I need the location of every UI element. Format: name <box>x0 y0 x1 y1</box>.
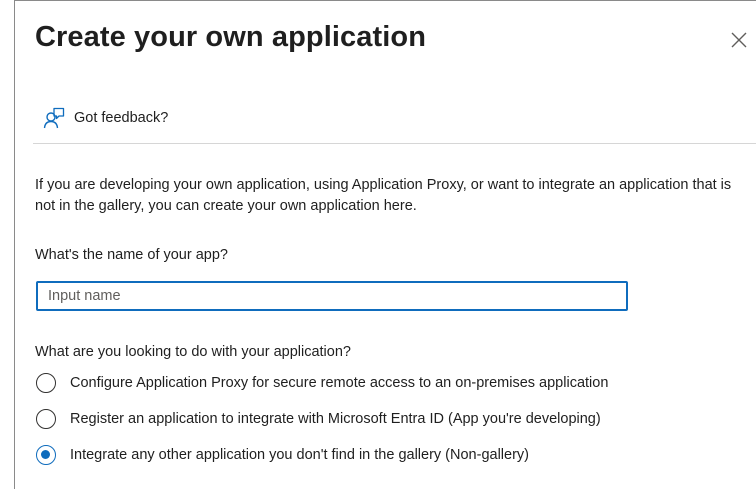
close-button[interactable] <box>728 29 750 51</box>
purpose-radio-group: Configure Application Proxy for secure r… <box>36 373 608 481</box>
radio-option-label: Configure Application Proxy for secure r… <box>70 375 609 391</box>
radio-circle[interactable] <box>36 409 56 429</box>
app-name-label: What's the name of your app? <box>35 247 228 263</box>
radio-option-register-app[interactable]: Register an application to integrate wit… <box>36 409 608 429</box>
radio-option-app-proxy[interactable]: Configure Application Proxy for secure r… <box>36 373 608 393</box>
radio-option-label: Integrate any other application you don'… <box>70 447 529 463</box>
radio-circle[interactable] <box>36 373 56 393</box>
intro-text: If you are developing your own applicati… <box>35 177 732 214</box>
radio-option-non-gallery[interactable]: Integrate any other application you don'… <box>36 445 608 465</box>
purpose-label: What are you looking to do with your app… <box>35 344 351 360</box>
radio-option-label: Register an application to integrate wit… <box>70 411 601 427</box>
create-app-dialog: Create your own application Got feedback… <box>14 0 756 489</box>
app-name-input[interactable] <box>36 281 628 311</box>
dialog-title: Create your own application <box>35 21 427 53</box>
feedback-person-icon <box>43 107 65 129</box>
radio-circle[interactable] <box>36 445 56 465</box>
feedback-label: Got feedback? <box>74 110 169 126</box>
close-icon <box>731 32 747 48</box>
divider <box>33 143 756 144</box>
feedback-link[interactable]: Got feedback? <box>43 107 168 129</box>
